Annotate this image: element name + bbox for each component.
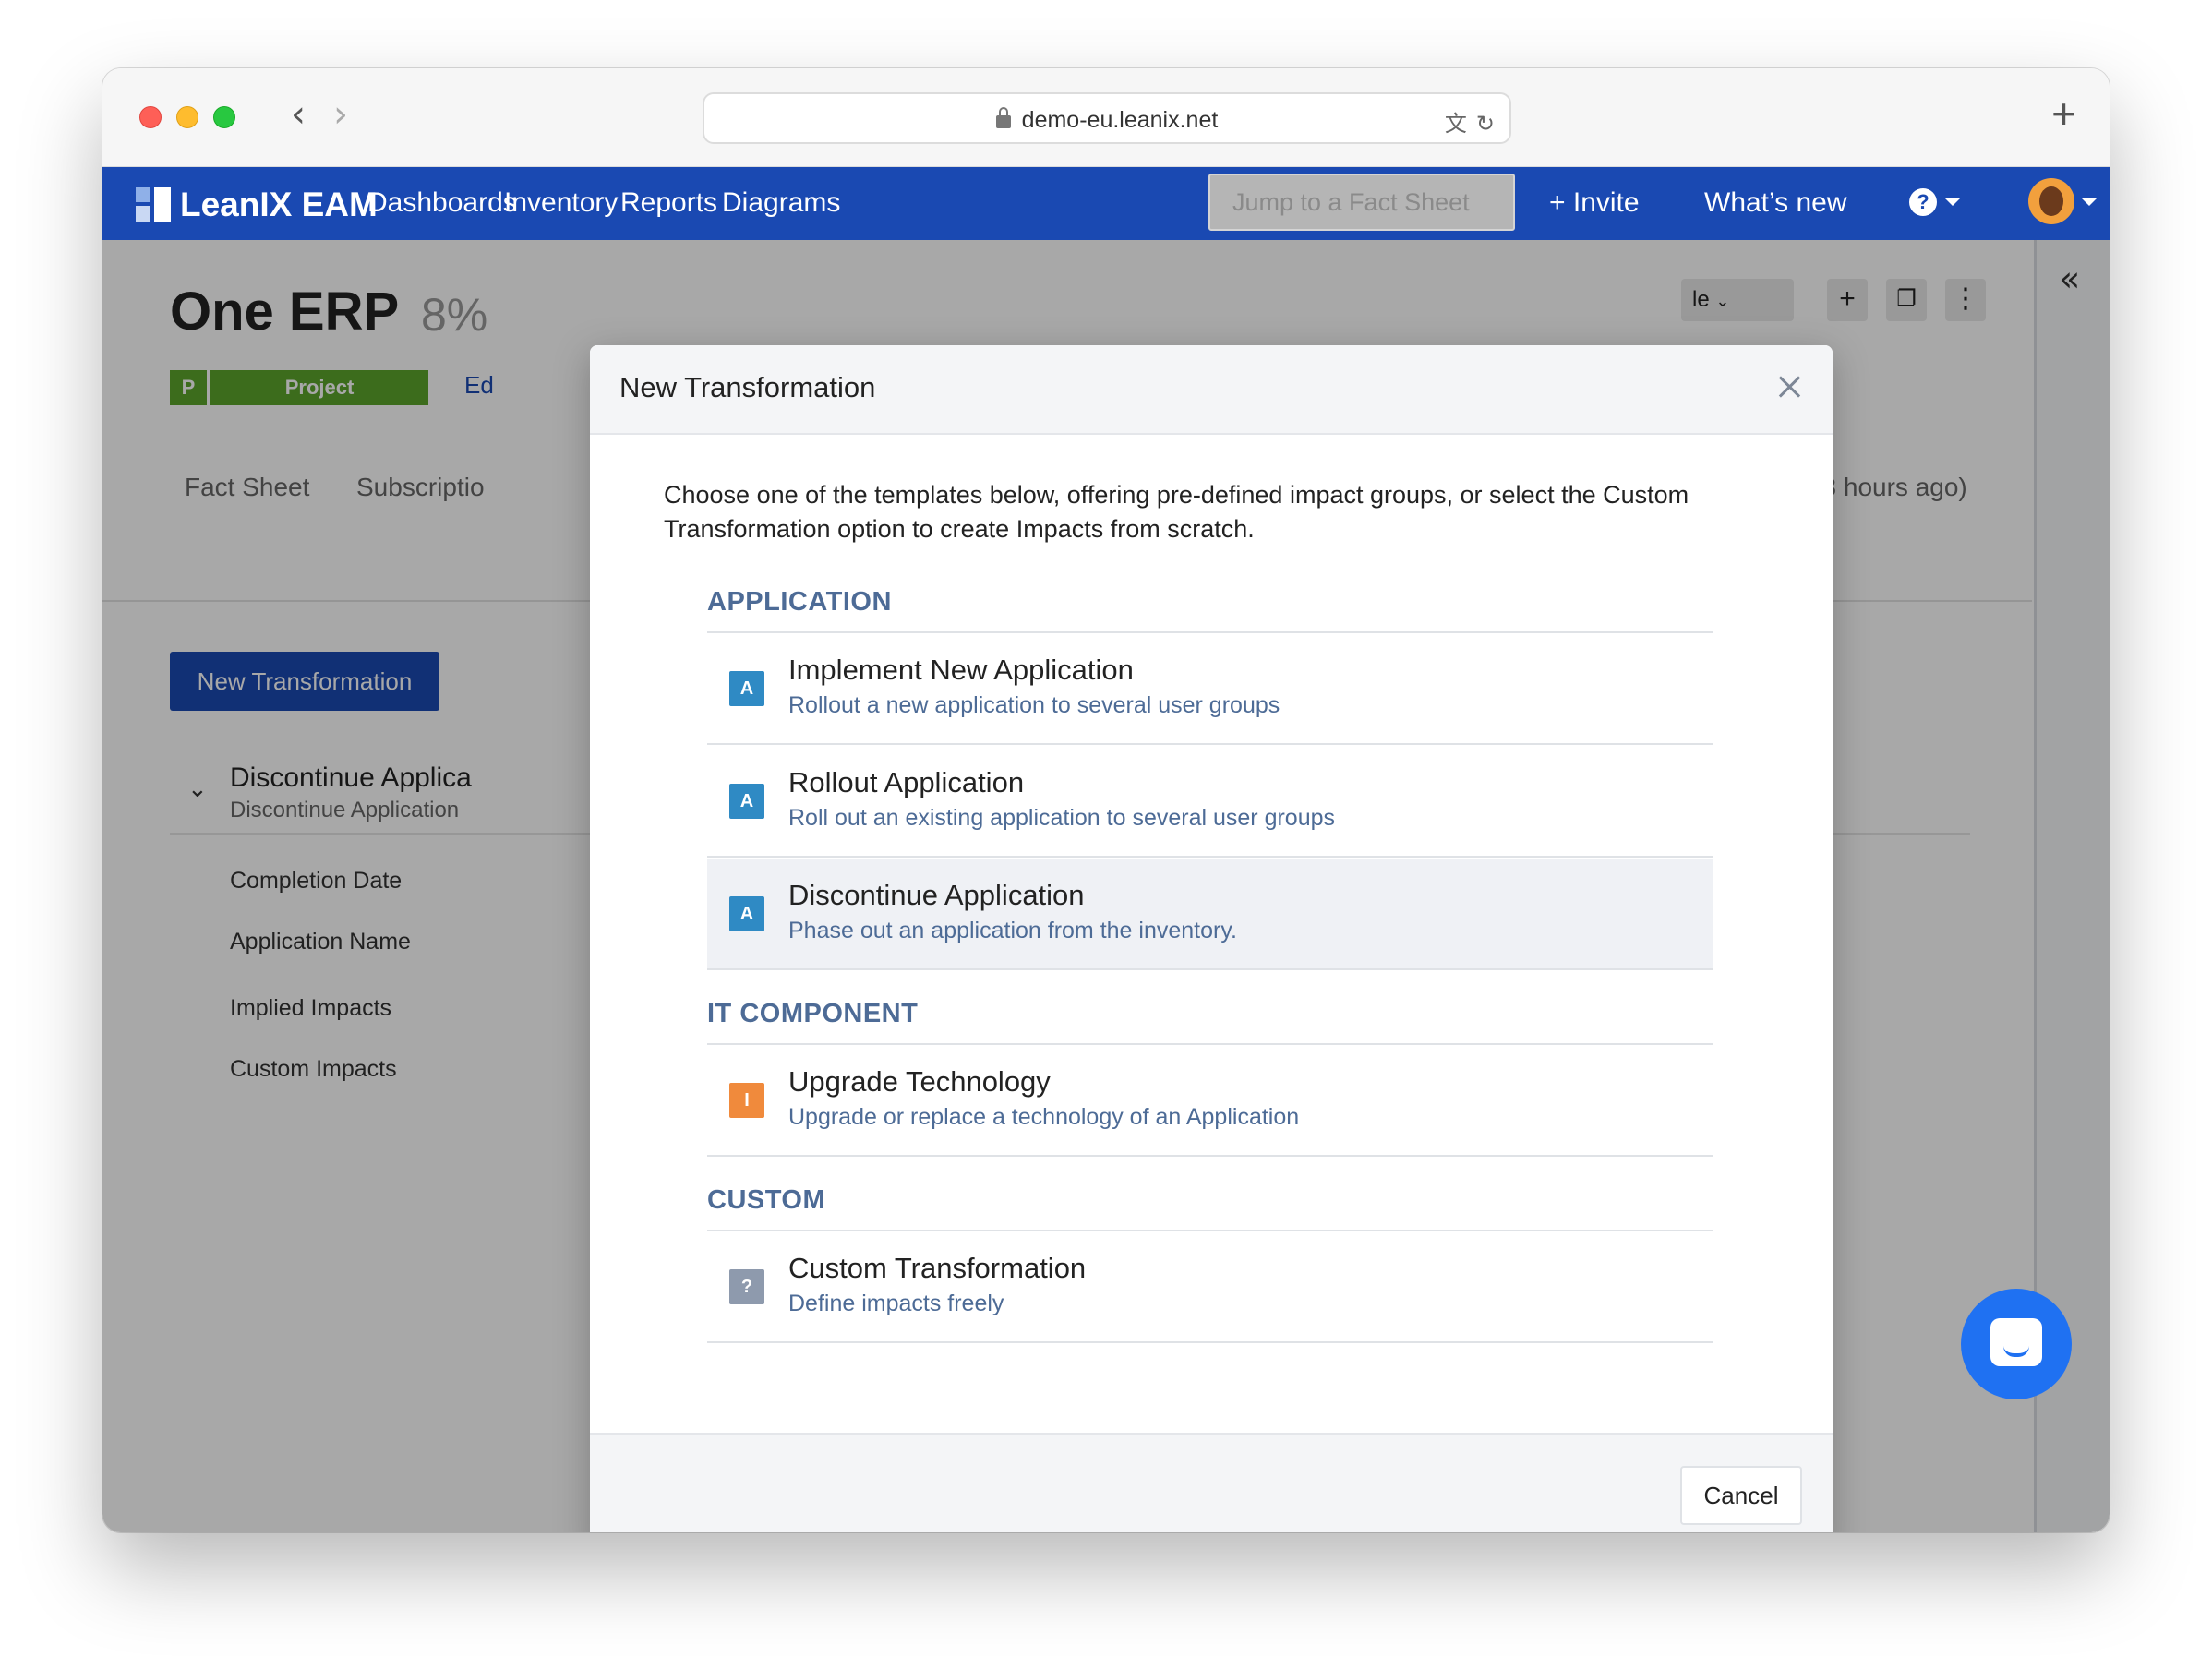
- template-title: Rollout Application: [788, 766, 1025, 798]
- app-logo[interactable]: LeanIX EAM: [136, 186, 378, 224]
- close-icon[interactable]: [1775, 373, 1803, 401]
- nav-diagrams[interactable]: Diagrams: [722, 187, 840, 219]
- lock-icon: [995, 107, 1011, 128]
- user-menu-caret-icon: [2082, 198, 2097, 206]
- help-caret-icon: [1945, 198, 1960, 206]
- close-window-button[interactable]: [139, 106, 162, 128]
- leanix-logo-icon: [136, 187, 171, 222]
- template-upgrade-technology[interactable]: I Upgrade Technology Upgrade or replace …: [707, 1045, 1713, 1157]
- logo-text: LeanIX EAM: [180, 186, 378, 223]
- chat-icon: [1990, 1318, 2042, 1366]
- template-rollout-application[interactable]: A Rollout Application Roll out an existi…: [707, 746, 1713, 858]
- back-icon[interactable]: ‹: [291, 96, 306, 133]
- modal-header: New Transformation: [590, 345, 1833, 435]
- fact-sheet-search-input[interactable]: Jump to a Fact Sheet: [1208, 174, 1515, 231]
- template-title: Discontinue Application: [788, 879, 1085, 911]
- url-text: demo-eu.leanix.net: [1021, 107, 1219, 133]
- it-component-type-icon: I: [729, 1083, 764, 1118]
- modal-footer: Cancel: [590, 1433, 1833, 1532]
- section-title-application: APPLICATION: [707, 587, 892, 617]
- template-discontinue-application[interactable]: A Discontinue Application Phase out an a…: [707, 859, 1713, 970]
- invite-button[interactable]: + Invite: [1549, 187, 1640, 219]
- app-header: LeanIX EAM Dashboards Inventory Reports …: [102, 167, 2110, 240]
- section-title-it-component: IT COMPONENT: [707, 999, 919, 1028]
- nav-reports[interactable]: Reports: [620, 187, 717, 219]
- nav-dashboards[interactable]: Dashboards: [367, 187, 517, 219]
- template-description: Phase out an application from the invent…: [788, 918, 1237, 943]
- template-description: Rollout a new application to several use…: [788, 692, 1280, 718]
- modal-title: New Transformation: [619, 371, 876, 403]
- minimize-window-button[interactable]: [176, 106, 198, 128]
- search-placeholder: Jump to a Fact Sheet: [1232, 188, 1470, 216]
- template-description: Upgrade or replace a technology of an Ap…: [788, 1104, 1300, 1130]
- whats-new-link[interactable]: What’s new: [1704, 187, 1847, 219]
- modal-intro-text: Choose one of the templates below, offer…: [664, 481, 1689, 543]
- cancel-button[interactable]: Cancel: [1680, 1466, 1802, 1525]
- custom-type-icon: ?: [729, 1269, 764, 1304]
- template-description: Define impacts freely: [788, 1291, 1004, 1316]
- zoom-window-button[interactable]: [213, 106, 235, 128]
- browser-window: ‹ › demo-eu.leanix.net 文 ↻ + LeanIX EAM D…: [102, 68, 2110, 1532]
- help-icon[interactable]: ?: [1909, 188, 1937, 216]
- new-tab-icon[interactable]: +: [2051, 89, 2076, 138]
- address-bar[interactable]: demo-eu.leanix.net 文 ↻: [703, 92, 1511, 144]
- forward-icon[interactable]: ›: [333, 96, 348, 133]
- application-type-icon: A: [729, 784, 764, 819]
- template-implement-new-application[interactable]: A Implement New Application Rollout a ne…: [707, 633, 1713, 745]
- template-title: Custom Transformation: [788, 1252, 1087, 1284]
- new-transformation-modal: New Transformation Choose one of the tem…: [590, 345, 1833, 1532]
- template-title: Implement New Application: [788, 654, 1134, 686]
- template-title: Upgrade Technology: [788, 1065, 1051, 1098]
- browser-toolbar: ‹ › demo-eu.leanix.net 文 ↻ +: [102, 68, 2110, 167]
- template-description: Roll out an existing application to seve…: [788, 805, 1336, 831]
- translate-icon[interactable]: 文: [1445, 112, 1467, 137]
- nav-inventory[interactable]: Inventory: [504, 187, 618, 219]
- reload-icon[interactable]: ↻: [1476, 112, 1495, 137]
- section-title-custom: CUSTOM: [707, 1185, 826, 1215]
- user-avatar[interactable]: [2028, 178, 2074, 224]
- chat-launcher-button[interactable]: [1961, 1289, 2072, 1399]
- application-type-icon: A: [729, 671, 764, 706]
- application-type-icon: A: [729, 896, 764, 931]
- template-custom-transformation[interactable]: ? Custom Transformation Define impacts f…: [707, 1231, 1713, 1343]
